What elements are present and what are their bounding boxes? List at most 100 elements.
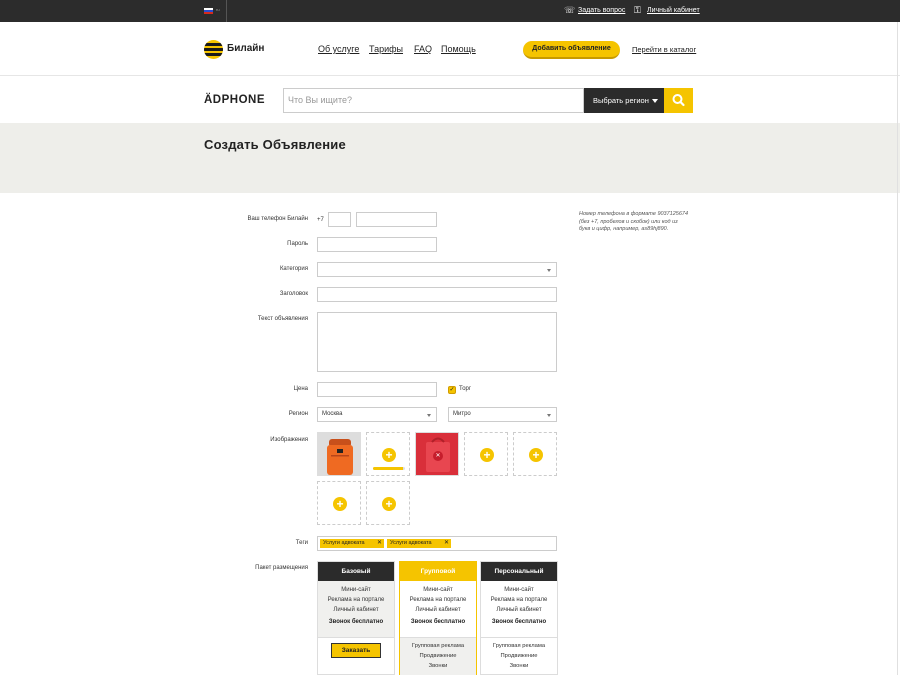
package-feature: Реклама на портале — [490, 597, 548, 603]
uploaded-image-bag[interactable]: ✕ — [415, 432, 459, 476]
region-select-label: Выбрать регион — [593, 96, 649, 105]
bargain-label: Торг — [459, 386, 472, 392]
remove-image-icon[interactable]: ✕ — [433, 451, 443, 461]
tags-field[interactable]: Услуги адвоката ✕ Услуги адвоката ✕ — [317, 536, 557, 551]
price-label: Цена — [293, 386, 308, 392]
add-image-icon[interactable]: + — [529, 448, 543, 462]
category-label: Категория — [279, 266, 308, 272]
add-image-icon[interactable]: + — [382, 497, 396, 511]
topbar-divider — [226, 0, 227, 22]
package-personal[interactable]: Персональный Мини-сайт Реклама на портал… — [480, 561, 558, 675]
support-icon: ☏ — [564, 5, 576, 15]
package-call: Звонок бесплатно — [410, 619, 466, 625]
language-label[interactable]: ru — [216, 7, 220, 12]
package-basic-title: Базовый — [318, 562, 394, 581]
images-label: Изображения — [270, 437, 308, 443]
caret-down-icon — [547, 269, 551, 272]
region-select[interactable]: Москва — [317, 407, 437, 422]
package-call: Звонок бесплатно — [491, 619, 547, 625]
metro-value: Митро — [453, 411, 471, 417]
logo-text[interactable]: Билайн — [227, 43, 264, 54]
remove-tag-icon[interactable]: ✕ — [377, 539, 382, 548]
image-slot-empty[interactable]: + — [464, 432, 508, 476]
header: Билайн Об услуге Тарифы FAQ Помощь Добав… — [0, 22, 900, 76]
package-basic[interactable]: Базовый Мини-сайт Реклама на портале Лич… — [317, 561, 395, 675]
bargain-checkbox[interactable]: ✓ — [448, 386, 456, 394]
phone-prefix: +7 — [317, 217, 324, 223]
category-select[interactable] — [317, 262, 557, 277]
add-image-icon[interactable]: + — [480, 448, 494, 462]
catalog-link[interactable]: Перейти в каталог — [632, 45, 696, 54]
page-edge-divider — [897, 22, 898, 675]
top-bar: ru ☏ Задать вопрос ⚿ Личный кабинет — [0, 0, 900, 22]
region-select-button[interactable]: Выбрать регион — [584, 88, 664, 113]
package-group-extras: Групповая реклама Продвижение Звонки — [400, 638, 476, 675]
package-basic-features: Мини-сайт Реклама на портале Личный каби… — [318, 581, 394, 637]
tag-chip: Услуги адвоката ✕ — [320, 539, 384, 548]
package-extra: Групповая реклама — [492, 643, 546, 649]
metro-select[interactable]: Митро — [448, 407, 557, 422]
add-image-icon[interactable]: + — [382, 448, 396, 462]
package-personal-features: Мини-сайт Реклама на портале Личный каби… — [481, 581, 557, 637]
tag-label: Услуги адвоката — [390, 540, 432, 546]
caret-down-icon — [652, 99, 658, 103]
heading-label: Заголовок — [279, 291, 308, 297]
package-extra: Звонки — [428, 663, 448, 669]
ask-question-link[interactable]: Задать вопрос — [578, 7, 625, 14]
image-slot-uploading[interactable]: + — [366, 432, 410, 476]
nav-tariffs[interactable]: Тарифы — [369, 44, 403, 54]
phone-code-field[interactable] — [328, 212, 351, 227]
phone-number-field[interactable] — [356, 212, 437, 227]
package-feature: Реклама на портале — [409, 597, 467, 603]
image-slot-empty[interactable]: + — [366, 481, 410, 525]
upload-progress-bar — [373, 467, 405, 470]
add-listing-button[interactable]: Добавить объявление — [523, 41, 620, 59]
package-group-features: Мини-сайт Реклама на портале Личный каби… — [400, 581, 476, 637]
search-button[interactable] — [664, 88, 693, 113]
heading-field[interactable] — [317, 287, 557, 302]
package-feature: Мини-сайт — [423, 587, 453, 593]
package-feature: Реклама на портале — [327, 597, 385, 603]
add-image-icon[interactable]: + — [333, 497, 347, 511]
search-input[interactable]: Что Вы ищите? — [283, 88, 584, 113]
image-slot-empty[interactable]: + — [317, 481, 361, 525]
caret-down-icon — [547, 414, 551, 417]
nav-help[interactable]: Помощь — [441, 44, 476, 54]
caret-down-icon — [427, 414, 431, 417]
beeline-logo-icon[interactable] — [204, 40, 223, 59]
tags-label: Теги — [295, 540, 308, 546]
package-extra: Продвижение — [500, 653, 538, 659]
package-group[interactable]: Групповой Мини-сайт Реклама на портале Л… — [399, 561, 477, 675]
password-field[interactable] — [317, 237, 437, 252]
package-feature: Мини-сайт — [504, 587, 534, 593]
package-divider — [318, 637, 394, 638]
key-icon: ⚿ — [634, 5, 641, 15]
package-call: Звонок бесплатно — [328, 619, 384, 625]
image-slot-empty[interactable]: + — [513, 432, 557, 476]
remove-tag-icon[interactable]: ✕ — [444, 539, 449, 548]
package-personal-title: Персональный — [481, 562, 557, 581]
listing-text-area[interactable] — [317, 312, 557, 372]
uploaded-image-backpack[interactable] — [317, 432, 361, 476]
adphone-logo[interactable]: ÄDPHONE — [204, 94, 265, 106]
tag-chip: Услуги адвоката ✕ — [387, 539, 451, 548]
cabinet-link[interactable]: Личный кабинет — [647, 7, 700, 14]
package-feature: Личный кабинет — [333, 607, 379, 613]
region-label: Регион — [288, 411, 308, 417]
order-button[interactable]: Заказать — [331, 643, 381, 658]
package-feature: Личный кабинет — [496, 607, 542, 613]
tag-label: Услуги адвоката — [323, 540, 365, 546]
nav-faq[interactable]: FAQ — [414, 44, 432, 54]
text-label: Текст объявления — [257, 316, 308, 322]
region-value: Москва — [322, 411, 343, 417]
package-personal-extras: Групповая реклама Продвижение Звонки — [481, 638, 557, 671]
package-extra: Звонки — [509, 663, 529, 669]
price-field[interactable] — [317, 382, 437, 397]
nav-about[interactable]: Об услуге — [318, 44, 359, 54]
package-feature: Личный кабинет — [415, 607, 461, 613]
package-extra: Групповая реклама — [411, 643, 465, 649]
russia-flag-icon[interactable] — [204, 8, 213, 14]
package-extra: Продвижение — [419, 653, 457, 659]
backpack-photo — [318, 433, 360, 475]
search-icon — [672, 94, 685, 107]
